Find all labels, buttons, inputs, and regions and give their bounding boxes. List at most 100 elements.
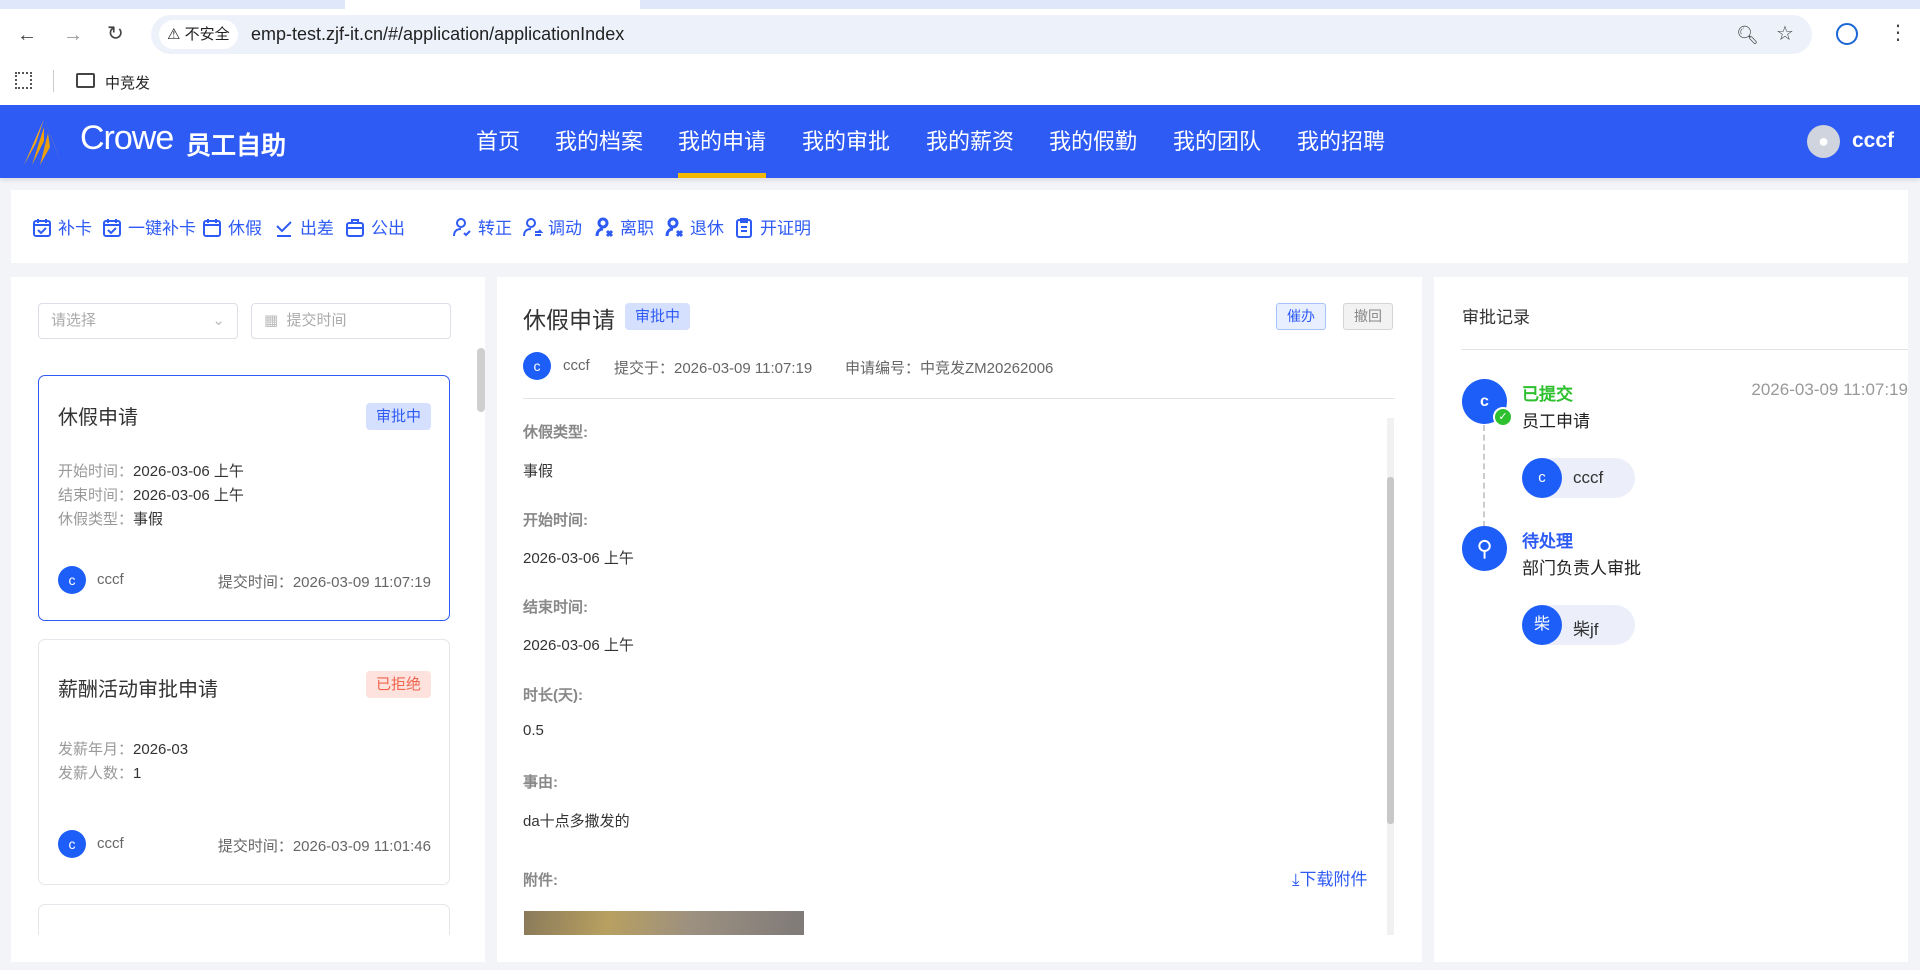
briefcase-icon xyxy=(346,218,364,237)
step-name: 员工申请 xyxy=(1522,412,1590,431)
toolbar-item[interactable]: 一键补卡 xyxy=(101,190,196,263)
toolbar-item[interactable]: 退休 xyxy=(663,190,724,263)
toolbar-item-label: 离职 xyxy=(620,219,654,238)
withdraw-button[interactable]: 撤回 xyxy=(1343,303,1393,330)
brand-name: Crowe xyxy=(80,119,174,157)
toolbar-item[interactable]: 开证明 xyxy=(733,190,811,263)
attachment-thumbnail[interactable] xyxy=(524,911,804,935)
chevron-down-icon: ⌄ xyxy=(212,312,225,329)
field-label: 开始时间: xyxy=(523,512,588,529)
applicant-name: cccf xyxy=(563,357,590,374)
scrollbar-thumb[interactable] xyxy=(1387,477,1394,824)
field-value: 事假 xyxy=(523,463,554,480)
avatar: c xyxy=(1522,458,1562,498)
approver-chip: 柴 柴jf xyxy=(1522,605,1635,645)
download-attachment-link[interactable]: ⤓下载附件 xyxy=(1292,865,1368,890)
quick-actions-bar: 补卡 一键补卡 休假 出差 公出 转正 调动 离职 退休 开证明 xyxy=(11,190,1908,263)
step-time: 2026-03-09 11:07:19 xyxy=(1751,380,1908,399)
application-card[interactable]: 薪酬活动审批申请 已拒绝 发薪年月：2026-03 发薪人数：1 c cccf … xyxy=(38,639,450,885)
zoom-icon[interactable]: 🔍︎ xyxy=(1736,25,1759,45)
avatar: c xyxy=(58,830,86,858)
calendar-check-icon xyxy=(103,218,121,237)
check-icon: ✓ xyxy=(1493,407,1513,427)
application-card[interactable] xyxy=(38,904,450,935)
back-icon[interactable]: ← xyxy=(17,25,37,45)
card-title: 休假申请 xyxy=(58,407,138,429)
star-icon[interactable]: ☆ xyxy=(1776,24,1794,44)
forward-icon[interactable]: → xyxy=(63,25,83,45)
field-value: 2026-03-06 上午 xyxy=(523,637,634,654)
step-name: 部门负责人审批 xyxy=(1522,559,1641,578)
browser-chrome: ← → ↻ ⚠ 不安全 emp-test.zjf-it.cn/#/applica… xyxy=(0,0,1920,105)
application-list-panel: 请选择 ⌄ ▦ 提交时间 休假申请 审批中 开始时间：2026-03-06 上午 … xyxy=(11,277,485,962)
date-placeholder: 提交时间 xyxy=(286,312,347,329)
approver-chip: c cccf xyxy=(1522,458,1635,498)
status-badge: 审批中 xyxy=(625,303,691,330)
step-status: 待处理 xyxy=(1522,532,1573,551)
urge-button[interactable]: 催办 xyxy=(1276,303,1326,330)
toolbar-item-label: 一键补卡 xyxy=(128,219,196,238)
nav-applications[interactable]: 我的申请 xyxy=(678,105,767,178)
date-input[interactable]: ▦ 提交时间 xyxy=(251,303,451,339)
status-badge: 已拒绝 xyxy=(365,671,431,698)
profile-icon[interactable] xyxy=(1836,23,1858,45)
timeline-connector xyxy=(1483,425,1485,527)
application-detail-panel: 休假申请 审批中 催办 撤回 c cccf 提交于：2026-03-09 11:… xyxy=(497,277,1422,962)
card-row: 结束时间：2026-03-06 上午 xyxy=(58,487,244,504)
toolbar-item-label: 退休 xyxy=(690,219,724,238)
card-user: cccf xyxy=(97,571,124,588)
user-name[interactable]: cccf xyxy=(1852,129,1894,153)
clipboard-icon xyxy=(736,217,752,238)
nav-team[interactable]: 我的团队 xyxy=(1173,105,1261,178)
nav-approvals[interactable]: 我的审批 xyxy=(802,105,890,178)
toolbar-item[interactable]: 补卡 xyxy=(31,190,92,263)
nav-home[interactable]: 首页 xyxy=(476,105,520,178)
user-leave-icon xyxy=(595,217,614,237)
toolbar-item[interactable]: 公出 xyxy=(344,190,405,263)
approval-record-panel: 审批记录 c ✓ 已提交 2026-03-09 11:07:19 员工申请 c … xyxy=(1434,277,1908,962)
nav-salary[interactable]: 我的薪资 xyxy=(926,105,1014,178)
divider xyxy=(1461,349,1908,350)
scrollbar-track[interactable] xyxy=(1387,418,1394,935)
app-header: Crowe 员工自助 首页 我的档案 我的申请 我的审批 我的薪资 我的假勤 我… xyxy=(0,105,1920,178)
app-name: 员工自助 xyxy=(186,132,287,160)
nav-recruit[interactable]: 我的招聘 xyxy=(1297,105,1385,178)
approver-name: 柴jf xyxy=(1573,620,1599,639)
user-check-icon xyxy=(453,217,471,236)
nav-attendance[interactable]: 我的假勤 xyxy=(1049,105,1137,178)
toolbar-item[interactable]: 离职 xyxy=(593,190,654,263)
reload-icon[interactable]: ↻ xyxy=(107,24,124,44)
status-select[interactable]: 请选择 ⌄ xyxy=(38,303,238,339)
toolbar-item[interactable]: 转正 xyxy=(451,190,512,263)
application-card[interactable]: 休假申请 审批中 开始时间：2026-03-06 上午 结束时间：2026-03… xyxy=(38,375,450,621)
card-row: 发薪年月：2026-03 xyxy=(58,741,189,758)
url-text[interactable]: emp-test.zjf-it.cn/#/application/applica… xyxy=(251,15,624,54)
user-retire-icon xyxy=(665,217,684,237)
toolbar-item[interactable]: 休假 xyxy=(201,190,262,263)
toolbar-item[interactable]: 出差 xyxy=(273,190,334,263)
toolbar-item[interactable]: 调动 xyxy=(521,190,582,263)
menu-icon[interactable]: ⋮ xyxy=(1888,23,1908,43)
user-avatar[interactable]: ● xyxy=(1807,125,1840,158)
user-transfer-icon xyxy=(523,217,543,236)
avatar: c xyxy=(523,352,551,380)
card-row: 休假类型：事假 xyxy=(58,511,164,528)
toolbar-item-label: 公出 xyxy=(371,219,405,238)
approver-name: cccf xyxy=(1573,468,1604,487)
status-placeholder: 请选择 xyxy=(51,312,97,329)
submitted-time: 提交于：2026-03-09 11:07:19 xyxy=(614,360,813,377)
bookmark-item[interactable]: 中竞发 xyxy=(105,72,150,93)
detail-title: 休假申请 xyxy=(523,307,615,333)
scrollbar-thumb[interactable] xyxy=(477,348,485,412)
insecure-label: 不安全 xyxy=(184,26,230,43)
calendar-icon: ▦ xyxy=(264,312,279,329)
calendar-check-icon xyxy=(33,218,51,237)
apps-icon[interactable] xyxy=(15,72,32,89)
security-chip[interactable]: ⚠ 不安全 xyxy=(159,20,238,49)
address-bar[interactable]: ⚠ 不安全 emp-test.zjf-it.cn/#/application/a… xyxy=(151,15,1812,54)
card-row: 发薪人数：1 xyxy=(58,765,142,782)
field-label: 结束时间: xyxy=(523,599,588,616)
nav-profile[interactable]: 我的档案 xyxy=(555,105,643,178)
tab-strip xyxy=(0,0,1920,9)
field-value: 2026-03-06 上午 xyxy=(523,550,634,567)
